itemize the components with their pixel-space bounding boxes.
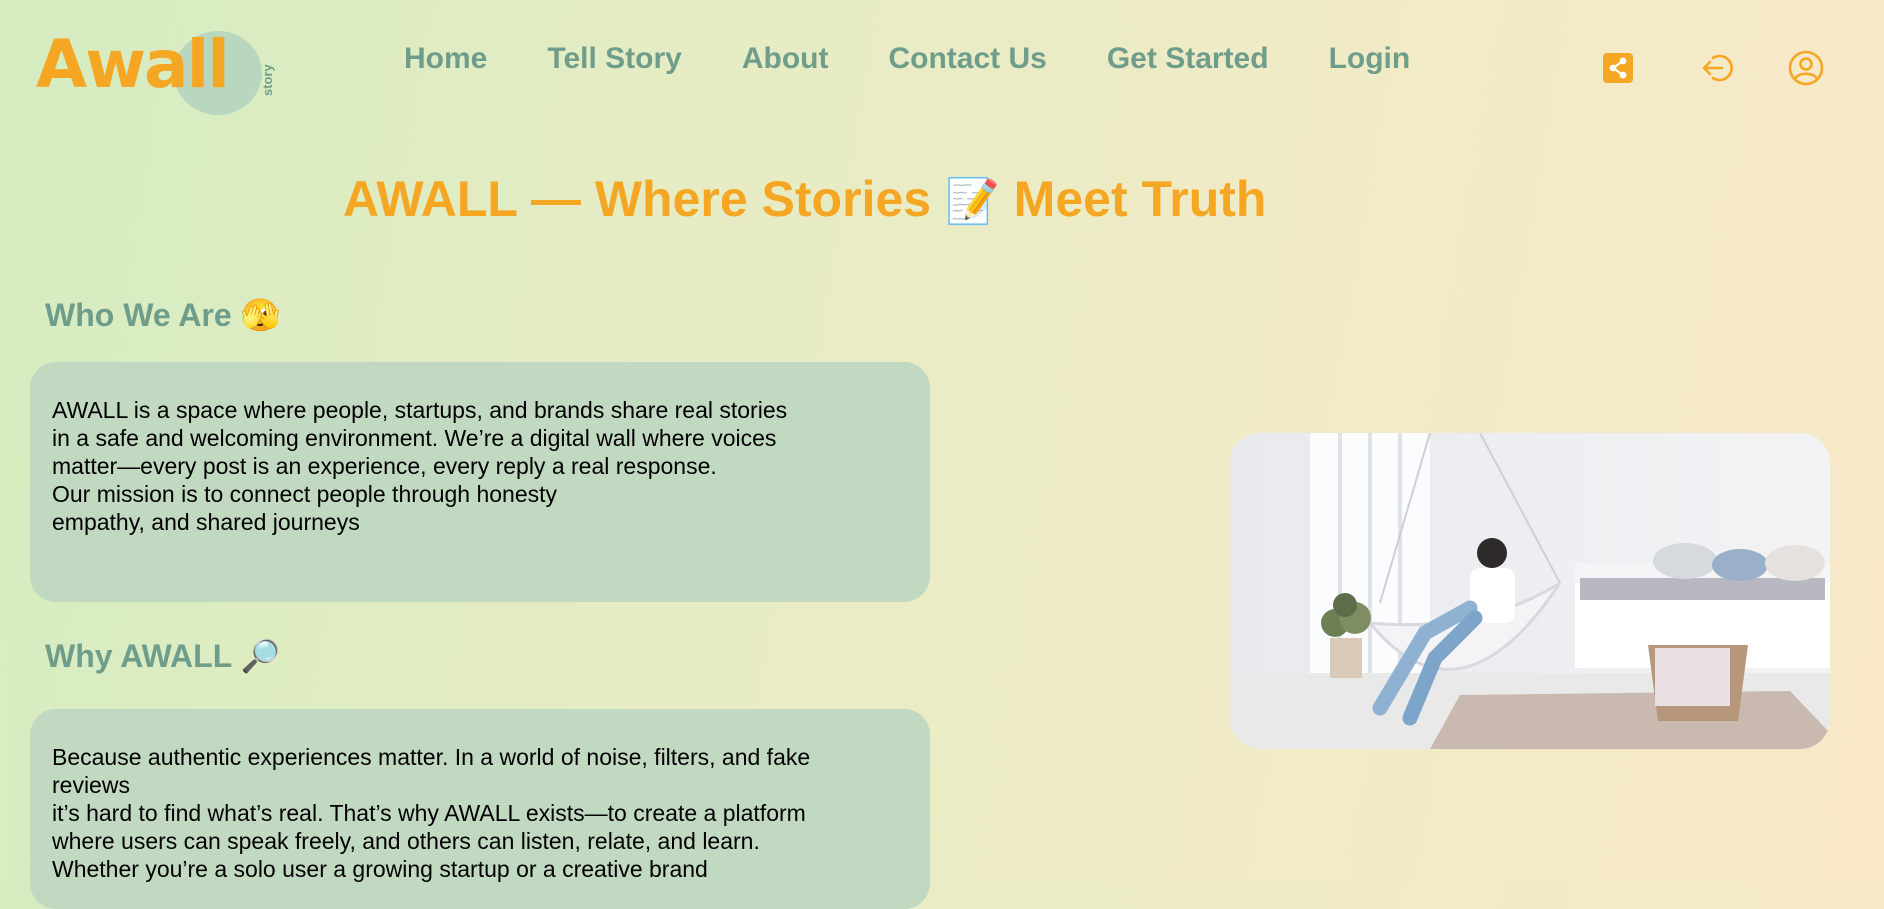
why-awall-line: reviews: [52, 772, 130, 798]
logo-tagline: story: [260, 64, 275, 96]
why-awall-line: Because authentic experiences matter. In…: [52, 744, 811, 770]
why-awall-card: Because authentic experiences matter. In…: [30, 709, 930, 909]
who-we-are-title: Who We Are 🫣: [45, 296, 280, 334]
brand-logo[interactable]: Awall story: [36, 26, 275, 118]
woman-in-hanging-chair-photo: [1230, 433, 1830, 749]
who-we-are-line: AWALL is a space where people, startups,…: [52, 397, 788, 423]
who-we-are-card: AWALL is a space where people, startups,…: [30, 362, 930, 602]
main-nav: Home Tell Story About Contact Us Get Sta…: [404, 42, 1470, 76]
nav-about[interactable]: About: [742, 42, 829, 76]
logout-icon[interactable]: [1696, 48, 1736, 88]
nav-tell-story[interactable]: Tell Story: [547, 42, 681, 76]
nav-login[interactable]: Login: [1329, 42, 1411, 76]
share-icon[interactable]: [1598, 48, 1638, 88]
why-awall-line: Whether you’re a solo user a growing sta…: [52, 856, 708, 882]
magnifier-emoji-icon: 🔎: [240, 638, 281, 674]
memo-emoji-icon: 📝: [944, 177, 1000, 226]
who-we-are-line: matter—every post is an experience, ever…: [52, 453, 717, 479]
who-we-are-line: empathy, and shared journeys: [52, 509, 360, 535]
face-peeking-emoji-icon: 🫣: [240, 297, 281, 333]
who-we-are-line: Our mission is to connect people through…: [52, 481, 558, 507]
logo-text: Awall: [36, 26, 230, 103]
why-awall-line: it’s hard to find what’s real. That’s wh…: [52, 800, 806, 826]
hero-image: [1230, 433, 1830, 749]
headline-text-after: Meet Truth: [1013, 171, 1267, 227]
user-profile-icon[interactable]: [1786, 48, 1826, 88]
page-headline: AWALL — Where Stories 📝 Meet Truth: [343, 170, 1266, 228]
who-we-are-line: in a safe and welcoming environment. We’…: [52, 425, 777, 451]
why-awall-title: Why AWALL 🔎: [45, 637, 280, 675]
nav-contact-us[interactable]: Contact Us: [888, 42, 1046, 76]
why-awall-label: Why AWALL: [45, 638, 232, 674]
nav-get-started[interactable]: Get Started: [1107, 42, 1269, 76]
who-we-are-label: Who We Are: [45, 297, 232, 333]
headline-text-before: AWALL — Where Stories: [343, 171, 932, 227]
why-awall-line: where users can speak freely, and others…: [52, 828, 760, 854]
nav-home[interactable]: Home: [404, 42, 487, 76]
